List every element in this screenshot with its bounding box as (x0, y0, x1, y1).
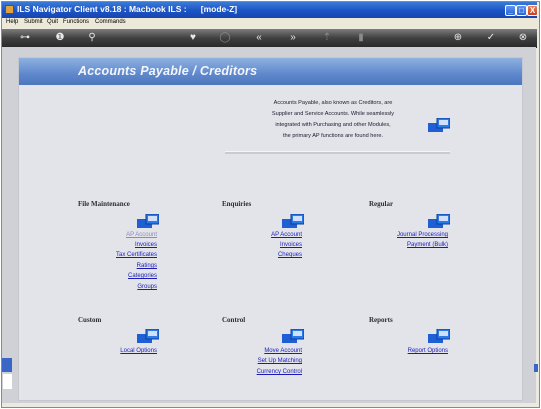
close-icon[interactable]: ⊗ (516, 31, 530, 45)
intro-line: the primary AP functions are found here. (282, 133, 384, 139)
link-payment-bulk[interactable]: Payment (Bulk) (407, 242, 448, 248)
control-icon (282, 329, 304, 343)
section-title-regular: Regular (369, 200, 394, 208)
content-area: Accounts Payable / Creditors Accounts Pa… (2, 47, 536, 403)
heart-icon[interactable]: ♥ (186, 31, 200, 45)
link-currency-control[interactable]: Currency Control (257, 369, 302, 375)
link-report-options[interactable]: Report Options (408, 348, 448, 354)
regular-icon (428, 214, 450, 228)
check-icon[interactable]: ✓ (484, 31, 498, 45)
link-ratings[interactable]: Ratings (137, 263, 157, 269)
link-categories[interactable]: Categories (128, 273, 157, 279)
desktop-edge-icon (3, 374, 12, 389)
menu-submit[interactable]: Submit (24, 19, 43, 25)
section-title-custom: Custom (78, 316, 102, 324)
page-title: Accounts Payable / Creditors (78, 64, 258, 78)
link-groups[interactable]: Groups (137, 284, 157, 290)
banner: Accounts Payable / Creditors (19, 58, 522, 85)
intro-line: integrated with Purchasing and other Mod… (275, 122, 391, 128)
menu-bar: Help Submit Quit Functions Commands (2, 18, 537, 28)
intro-text: Accounts Payable, also known as Creditor… (245, 98, 421, 142)
link-tax-certificates[interactable]: Tax Certificates (116, 252, 157, 258)
enquiries-icon (282, 214, 304, 228)
trash-icon[interactable]: ▮ (354, 31, 368, 45)
desktop-edge-right (534, 364, 538, 372)
rewind-icon[interactable]: « (252, 31, 266, 45)
desktop-edge-left (2, 358, 12, 372)
window-title: ILS Navigator Client v8.18 : Macbook ILS… (17, 4, 238, 14)
title-bar: ILS Navigator Client v8.18 : Macbook ILS… (2, 2, 538, 18)
divider (225, 151, 450, 154)
menu-quit[interactable]: Quit (47, 19, 58, 25)
reports-icon (428, 329, 450, 343)
key-icon[interactable]: ⊶ (14, 31, 36, 45)
info-icon[interactable]: ❶ (53, 31, 67, 45)
file-maintenance-icon (137, 214, 159, 228)
fast-forward-icon[interactable]: » (286, 31, 300, 45)
desktop-icon (428, 118, 450, 132)
custom-icon (137, 329, 159, 343)
link-journal-processing[interactable]: Journal Processing (397, 232, 448, 238)
link-ap-account-enquiry[interactable]: AP Account (271, 232, 302, 238)
search-icon[interactable]: ⚲ (85, 31, 99, 45)
link-invoices-maintenance[interactable]: Invoices (135, 242, 157, 248)
link-set-up-matching[interactable]: Set Up Matching (258, 358, 302, 364)
section-title-control: Control (222, 316, 246, 324)
link-ap-account-maintenance[interactable]: AP Account (126, 232, 157, 238)
minimize-button[interactable]: _ (505, 5, 516, 16)
main-panel: Accounts Payable / Creditors Accounts Pa… (18, 57, 523, 401)
app-icon (5, 5, 14, 14)
refresh-icon[interactable]: ◯ (218, 31, 232, 45)
menu-help[interactable]: Help (6, 19, 18, 25)
link-move-account[interactable]: Move Account (264, 348, 302, 354)
plus-icon[interactable]: ⊕ (451, 31, 465, 45)
maximize-button[interactable]: □ (516, 5, 527, 16)
upload-icon[interactable]: ⇡ (320, 31, 334, 45)
section-title-enquiries: Enquiries (222, 200, 252, 208)
link-cheques[interactable]: Cheques (278, 252, 302, 258)
menu-functions[interactable]: Functions (63, 19, 89, 25)
toolbar: ⊶ ❶ ⚲ ♥ ◯ « » ⇡ ▮ ⊕ ✓ ⊗ (2, 29, 537, 48)
menu-commands[interactable]: Commands (95, 19, 126, 25)
intro-line: Supplier and Service Accounts. While sea… (271, 111, 395, 117)
section-title-file-maintenance: File Maintenance (78, 200, 130, 208)
intro-line: Accounts Payable, also known as Creditor… (273, 100, 393, 106)
link-invoices-enquiry[interactable]: Invoices (280, 242, 302, 248)
link-local-options[interactable]: Local Options (120, 348, 157, 354)
section-title-reports: Reports (369, 316, 393, 324)
close-button[interactable]: X (527, 5, 538, 16)
